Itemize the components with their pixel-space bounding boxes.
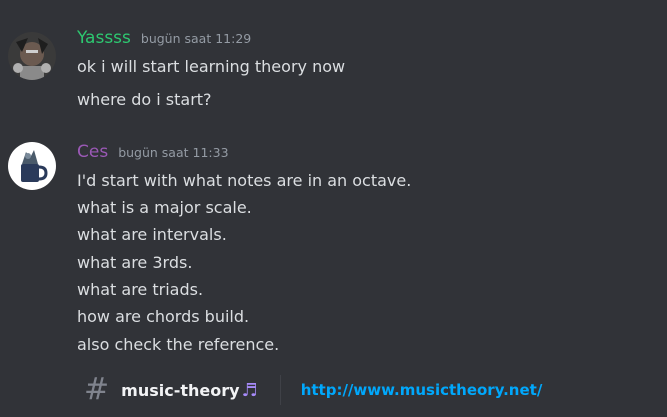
- music-note-icon: ♬: [241, 379, 258, 401]
- avatar-yassss[interactable]: [8, 32, 56, 80]
- message-text: ok i will start learning theory now: [77, 57, 346, 76]
- message-text: what are triads.: [77, 280, 204, 299]
- timestamp: bugün saat 11:33: [118, 145, 229, 160]
- message-text: what are intervals.: [77, 225, 227, 244]
- musictheory-link[interactable]: http://www.musictheory.net/: [301, 381, 543, 399]
- username[interactable]: Yassss: [77, 28, 131, 48]
- message-text: how are chords build.: [77, 307, 250, 326]
- channel-mention[interactable]: music-theory: [121, 381, 239, 400]
- message-text: what are 3rds.: [77, 253, 193, 272]
- message-text: I'd start with what notes are in an octa…: [77, 171, 412, 190]
- message-text: also check the reference.: [77, 335, 280, 354]
- message-text: what is a major scale.: [77, 198, 252, 217]
- hash-icon: #: [84, 372, 110, 407]
- message-text: where do i start?: [77, 90, 212, 109]
- avatar-image: [8, 32, 56, 80]
- username[interactable]: Ces: [77, 142, 108, 162]
- timestamp: bugün saat 11:29: [140, 31, 252, 46]
- divider: [279, 375, 281, 405]
- avatar-ces[interactable]: [8, 142, 56, 190]
- avatar-image: [8, 142, 56, 190]
- channel-link-embed: # music-theory ♬ http://www.musictheory.…: [84, 372, 542, 408]
